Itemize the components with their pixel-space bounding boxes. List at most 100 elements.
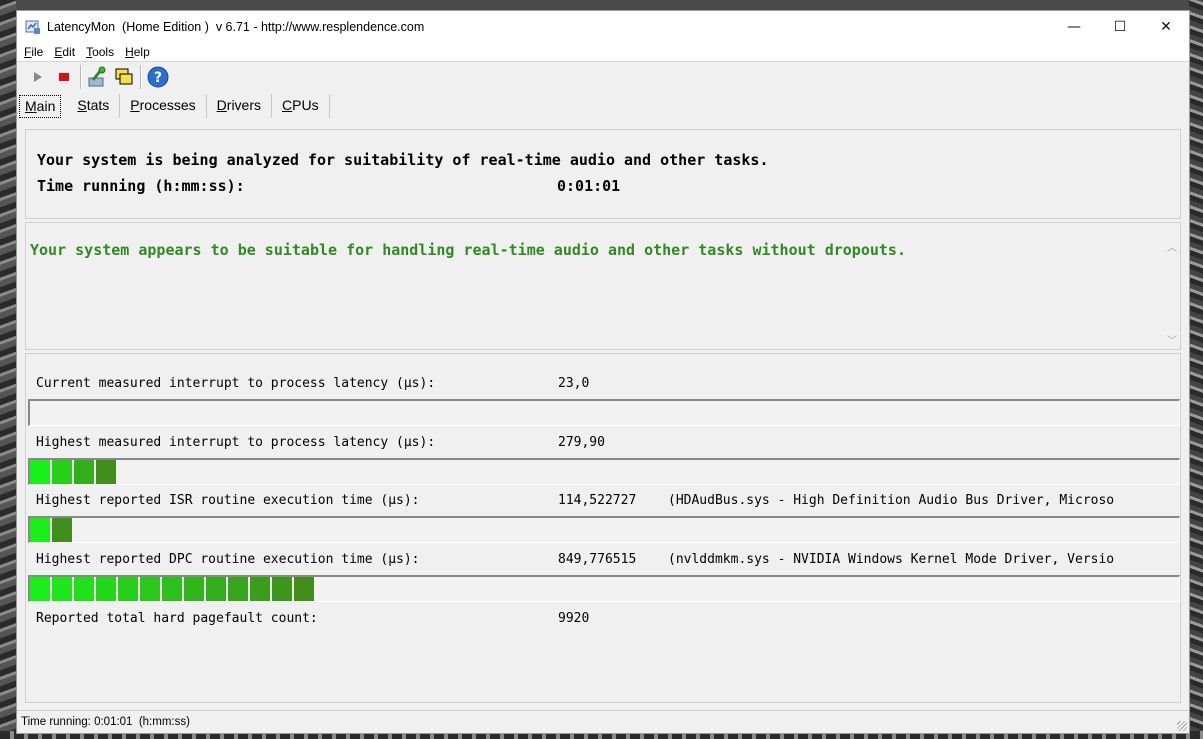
tab-cpus-rest: PUs bbox=[292, 97, 319, 113]
time-running-label: Time running (h:mm:ss): bbox=[37, 177, 245, 195]
windows-icon bbox=[115, 68, 133, 85]
minimize-button[interactable]: — bbox=[1051, 11, 1097, 43]
tab-drivers-rest: rivers bbox=[226, 97, 262, 113]
desktop-background-right bbox=[1189, 0, 1203, 739]
play-icon bbox=[34, 72, 42, 82]
tab-stats-accel: S bbox=[77, 97, 87, 113]
tab-strip: Main Stats Processes Drivers CPUs bbox=[17, 92, 1189, 118]
dpc-time-bar bbox=[28, 575, 1180, 602]
tab-cpus-accel: C bbox=[282, 97, 293, 113]
stop-icon bbox=[59, 73, 69, 81]
stop-button[interactable] bbox=[51, 64, 77, 90]
tab-main[interactable]: Main bbox=[19, 95, 62, 118]
pagefault-value: 9920 bbox=[558, 611, 590, 626]
bar-segment bbox=[30, 577, 50, 601]
bar-segment bbox=[30, 460, 50, 484]
tab-drivers-accel: D bbox=[216, 97, 227, 113]
menu-edit[interactable]: Edit bbox=[53, 45, 76, 59]
verdict-panel: Your system appears to be suitable for h… bbox=[25, 222, 1181, 350]
start-button[interactable] bbox=[25, 64, 51, 90]
tab-stats-rest: tats bbox=[86, 97, 110, 113]
desktop-background-left bbox=[0, 0, 16, 739]
close-button[interactable]: ✕ bbox=[1143, 11, 1189, 43]
toolbar: ? bbox=[17, 61, 1189, 92]
bar-segment bbox=[118, 577, 138, 601]
bar-segment bbox=[140, 577, 160, 601]
dpc-time-label: Highest reported DPC routine execution t… bbox=[36, 552, 420, 567]
bar-segment bbox=[74, 460, 94, 484]
bar-segment bbox=[228, 577, 248, 601]
toolbar-separator-2 bbox=[140, 65, 142, 89]
dpc-driver-detail: (nvlddmkm.sys - NVIDIA Windows Kernel Mo… bbox=[668, 552, 1115, 567]
highest-latency-bar bbox=[28, 458, 1180, 485]
menu-tools-rest: ools bbox=[92, 45, 115, 59]
tab-processes[interactable]: Processes bbox=[120, 94, 207, 118]
highest-latency-label: Highest measured interrupt to process la… bbox=[36, 435, 436, 450]
isr-time-label: Highest reported ISR routine execution t… bbox=[36, 493, 420, 508]
metrics-panel: Current measured interrupt to process la… bbox=[25, 353, 1181, 703]
bar-segment bbox=[184, 577, 204, 601]
tab-stats[interactable]: Stats bbox=[67, 94, 121, 118]
scroll-up-icon[interactable]: ︿ bbox=[1167, 239, 1177, 254]
highest-latency-bar-fill bbox=[30, 460, 118, 484]
window-title: LatencyMon (Home Edition ) v 6.71 - http… bbox=[47, 20, 425, 34]
isr-time-value: 114,522727 bbox=[558, 493, 637, 508]
bar-segment bbox=[294, 577, 314, 601]
pagefault-label: Reported total hard pagefault count: bbox=[36, 611, 318, 626]
maximize-button[interactable]: ☐ bbox=[1097, 11, 1143, 43]
menu-bar: File Edit Tools Help bbox=[17, 43, 1189, 61]
help-icon: ? bbox=[147, 66, 169, 88]
bar-segment bbox=[74, 577, 94, 601]
isr-driver-detail: (HDAudBus.sys - High Definition Audio Bu… bbox=[668, 493, 1115, 508]
tab-processes-rest: rocesses bbox=[139, 97, 196, 113]
dpc-time-value: 849,776515 bbox=[558, 552, 637, 567]
menu-help-rest: elp bbox=[133, 45, 150, 59]
bar-segment bbox=[52, 518, 72, 542]
bar-segment bbox=[96, 577, 116, 601]
verdict-scrollbar[interactable]: ︿ ﹀ bbox=[1164, 223, 1180, 349]
title-bar[interactable]: LatencyMon (Home Edition ) v 6.71 - http… bbox=[17, 11, 1189, 43]
time-running-value: 0:01:01 bbox=[557, 177, 621, 195]
current-latency-bar bbox=[28, 399, 1180, 426]
menu-tools[interactable]: Tools bbox=[85, 45, 115, 59]
tab-processes-accel: P bbox=[130, 97, 140, 113]
bar-segment bbox=[30, 518, 50, 542]
menu-help-accel: H bbox=[125, 45, 134, 59]
maximize-icon: ☐ bbox=[1113, 19, 1127, 35]
menu-file-rest: ile bbox=[31, 45, 44, 59]
tab-cpus[interactable]: CPUs bbox=[272, 94, 330, 118]
status-text: Time running: 0:01:01 (h:mm:ss) bbox=[21, 716, 190, 728]
isr-time-bar bbox=[28, 516, 1180, 543]
driver-tool-button[interactable] bbox=[85, 64, 111, 90]
help-button[interactable]: ? bbox=[145, 64, 171, 90]
bar-segment bbox=[52, 460, 72, 484]
bar-segment bbox=[250, 577, 270, 601]
analysis-panel: Your system is being analyzed for suitab… bbox=[25, 129, 1181, 219]
verdict-message: Your system appears to be suitable for h… bbox=[30, 241, 906, 259]
bar-segment bbox=[272, 577, 292, 601]
tab-main-rest: ain bbox=[36, 98, 56, 114]
dpc-time-bar-fill bbox=[30, 577, 316, 601]
resize-grip-icon[interactable] bbox=[1177, 721, 1187, 731]
svg-text:?: ? bbox=[154, 70, 162, 86]
windows-button[interactable] bbox=[111, 64, 137, 90]
scroll-down-icon[interactable]: ﹀ bbox=[1167, 332, 1177, 347]
isr-time-bar-fill bbox=[30, 518, 74, 542]
menu-file[interactable]: File bbox=[23, 45, 44, 59]
current-latency-label: Current measured interrupt to process la… bbox=[36, 376, 436, 391]
tab-drivers[interactable]: Drivers bbox=[207, 94, 273, 118]
bar-segment bbox=[162, 577, 182, 601]
tab-main-accel: M bbox=[25, 98, 37, 114]
menu-help[interactable]: Help bbox=[124, 45, 151, 59]
bar-segment bbox=[96, 460, 116, 484]
minimize-icon: — bbox=[1067, 19, 1081, 35]
status-bar: Time running: 0:01:01 (h:mm:ss) bbox=[17, 710, 1189, 733]
analysis-message: Your system is being analyzed for suitab… bbox=[37, 151, 769, 169]
bar-segment bbox=[206, 577, 226, 601]
driver-tool-icon bbox=[88, 66, 106, 87]
highest-latency-value: 279,90 bbox=[558, 435, 605, 450]
close-icon: ✕ bbox=[1160, 19, 1172, 35]
latencymon-app-icon bbox=[25, 20, 40, 34]
bar-segment bbox=[52, 577, 72, 601]
toolbar-separator bbox=[80, 65, 82, 89]
